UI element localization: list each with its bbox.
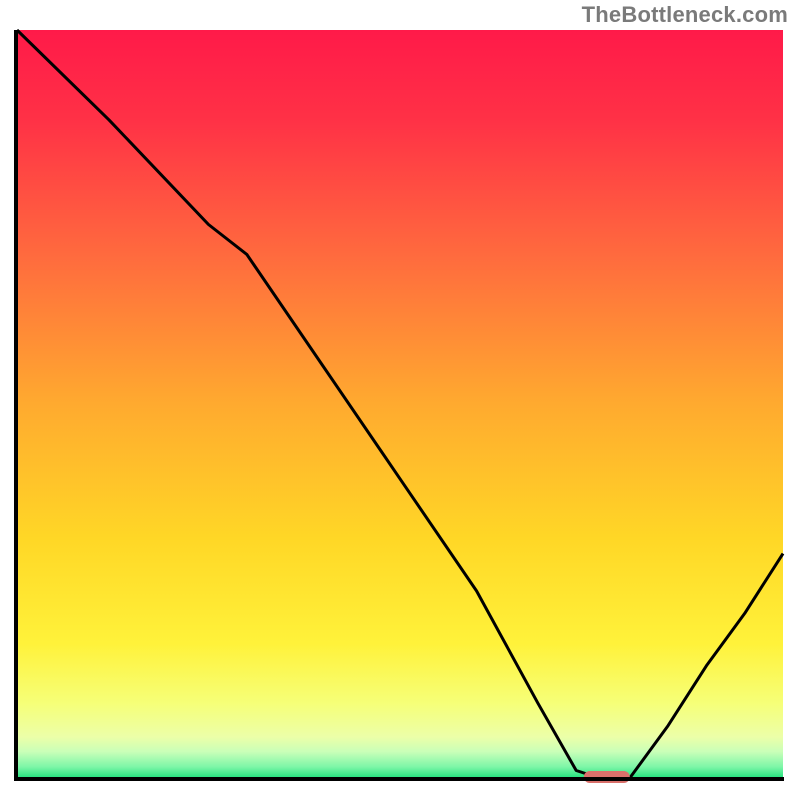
bottleneck-chart	[0, 0, 800, 800]
chart-frame: { "watermark": "TheBottleneck.com", "cha…	[0, 0, 800, 800]
